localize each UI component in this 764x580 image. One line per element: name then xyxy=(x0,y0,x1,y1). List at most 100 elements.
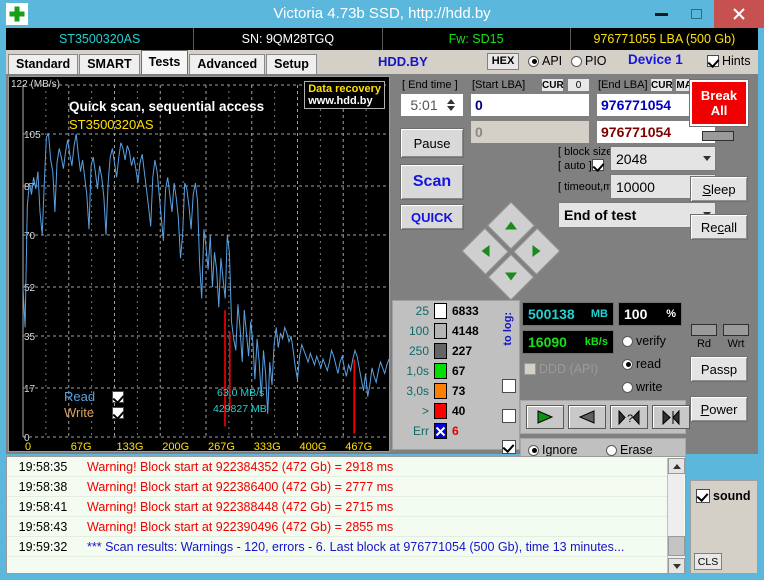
legend-write-checkbox[interactable] xyxy=(112,406,124,419)
log-message: Warning! Block start at 922386400 (472 G… xyxy=(87,479,394,494)
svg-text:105: 105 xyxy=(24,130,41,141)
log-row[interactable]: 19:58:35 Warning! Block start at 92238435… xyxy=(7,457,685,477)
minimize-button[interactable] xyxy=(644,0,679,28)
scan-button[interactable]: Scan xyxy=(400,164,464,200)
log-scrollbar[interactable] xyxy=(667,458,685,573)
stat-threshold: 100 xyxy=(408,324,429,338)
cls-button[interactable]: CLS xyxy=(694,553,722,570)
start-lba-cur-button[interactable]: CUR xyxy=(541,78,564,92)
stat-count: 40 xyxy=(452,404,466,418)
seek-end-button[interactable] xyxy=(652,405,690,429)
to-log-checkbox-1s[interactable] xyxy=(502,409,516,423)
mode-write-radio[interactable]: write xyxy=(622,380,662,394)
legend-item-write[interactable]: Write xyxy=(64,405,127,420)
to-log-checkbox-250[interactable] xyxy=(502,379,516,393)
hex-button[interactable]: HEX xyxy=(487,53,519,70)
pio-label: PIO xyxy=(585,54,607,68)
ddd-checkbox-box xyxy=(524,363,536,375)
passp-button[interactable]: Passp xyxy=(690,356,748,382)
stat-count: 67 xyxy=(452,364,466,378)
end-time-stepper[interactable] xyxy=(443,98,459,112)
chevron-up-icon xyxy=(672,463,681,469)
stat-count: 227 xyxy=(452,344,473,358)
break-status-led xyxy=(702,131,734,141)
seek-random-button[interactable]: ? xyxy=(610,405,648,429)
stat-row: 25 6833 xyxy=(395,301,519,321)
percent-value: 100 xyxy=(624,306,648,322)
minimize-icon xyxy=(655,12,668,16)
maximize-button[interactable] xyxy=(679,0,714,28)
end-time-field[interactable]: 5:01 xyxy=(400,93,464,117)
speed-unit: kB/s xyxy=(584,336,608,348)
play-forward-button[interactable] xyxy=(526,405,564,429)
stat-count: 6833 xyxy=(452,304,479,318)
stat-count: 73 xyxy=(452,384,466,398)
log-row[interactable]: 19:59:32 *** Scan results: Warnings - 120… xyxy=(7,537,685,557)
break-all-button[interactable]: Break All xyxy=(689,79,749,127)
power-button[interactable]: Power xyxy=(690,396,748,422)
recall-button[interactable]: Recall xyxy=(690,214,748,240)
legend-item-read[interactable]: Read xyxy=(64,389,127,404)
annotation-position: 429827 MB xyxy=(213,403,267,415)
device-label: Device 1 xyxy=(628,52,683,67)
log-timestamp: 19:58:38 xyxy=(18,479,68,494)
action-erase-radio[interactable]: Erase xyxy=(606,443,653,457)
log-row[interactable]: 19:58:41 Warning! Block start at 92238844… xyxy=(7,497,685,517)
stat-color-swatch xyxy=(434,403,447,419)
tab-advanced[interactable]: Advanced xyxy=(189,54,266,74)
start-lba-zero-button[interactable]: 0 xyxy=(567,78,590,92)
stat-row: 250 227 xyxy=(395,341,519,361)
svg-text:267G: 267G xyxy=(208,441,235,452)
svg-text:0: 0 xyxy=(25,441,31,452)
watermark: Data recovery www.hdd.by xyxy=(304,81,385,109)
start-lba-field[interactable]: 0 xyxy=(470,93,590,117)
to-log-checkbox-3s[interactable] xyxy=(502,440,516,454)
log-panel[interactable]: 19:58:35 Warning! Block start at 92238435… xyxy=(6,456,686,574)
mode-read-radio[interactable]: read xyxy=(622,357,661,371)
auto-checkbox[interactable] xyxy=(592,159,604,171)
action-ignore-radio[interactable]: Ignore xyxy=(528,443,577,457)
svg-text:17: 17 xyxy=(24,384,36,395)
tab-standard[interactable]: Standard xyxy=(8,54,79,74)
size-value: 500138 xyxy=(528,306,575,322)
api-radio-dot xyxy=(528,55,539,67)
arrow-right-icon xyxy=(532,245,541,257)
legend-read-checkbox[interactable] xyxy=(112,390,124,403)
scroll-down-button[interactable] xyxy=(668,558,685,573)
write-label: write xyxy=(636,380,663,394)
verify-label: verify xyxy=(636,334,666,348)
end-lba-cur-button[interactable]: CUR xyxy=(650,78,673,92)
stat-color-swatch xyxy=(434,363,447,379)
tab-tests[interactable]: Tests xyxy=(140,50,189,74)
log-row[interactable]: 19:58:38 Warning! Block start at 92238640… xyxy=(7,477,685,497)
scroll-up-button[interactable] xyxy=(668,458,685,474)
scroll-thumb[interactable] xyxy=(668,536,685,556)
stat-color-swatch xyxy=(434,383,447,399)
wrt-led xyxy=(723,324,749,336)
hints-checkbox[interactable]: Hints xyxy=(707,54,750,68)
mode-verify-radio[interactable]: verify xyxy=(622,334,666,348)
stat-threshold: 25 xyxy=(415,304,429,318)
log-row[interactable]: 19:58:43 Warning! Block start at 92239049… xyxy=(7,517,685,537)
svg-text:200G: 200G xyxy=(162,441,189,452)
sound-checkbox-box xyxy=(696,489,710,503)
stat-row: 3,0s 73 xyxy=(395,381,519,401)
tab-setup[interactable]: Setup xyxy=(266,54,317,74)
sound-checkbox[interactable]: sound xyxy=(696,489,751,503)
end-lba-label: [End LBA] xyxy=(598,79,648,91)
log-message: Warning! Block start at 922388448 (472 G… xyxy=(87,499,394,514)
stat-row: > 40 xyxy=(395,401,519,421)
pio-radio[interactable]: PIO xyxy=(571,54,607,68)
stat-count: 4148 xyxy=(452,324,479,338)
close-button[interactable] xyxy=(714,0,764,28)
x-mark-icon xyxy=(435,426,446,436)
quick-button[interactable]: QUICK xyxy=(400,204,464,230)
sleep-button[interactable]: Sleep xyxy=(690,176,748,202)
pause-button[interactable]: Pause xyxy=(400,128,464,158)
api-radio[interactable]: API xyxy=(528,54,562,68)
play-backward-button[interactable] xyxy=(568,405,606,429)
svg-text:133G: 133G xyxy=(117,441,144,452)
size-readout: 500138 MB xyxy=(522,302,614,326)
scan-graph[interactable]: 105 87 70 52 35 17 0 0 67G 133G 200G 267G 333G 400G 46… xyxy=(8,76,390,452)
tab-smart[interactable]: SMART xyxy=(79,54,140,74)
